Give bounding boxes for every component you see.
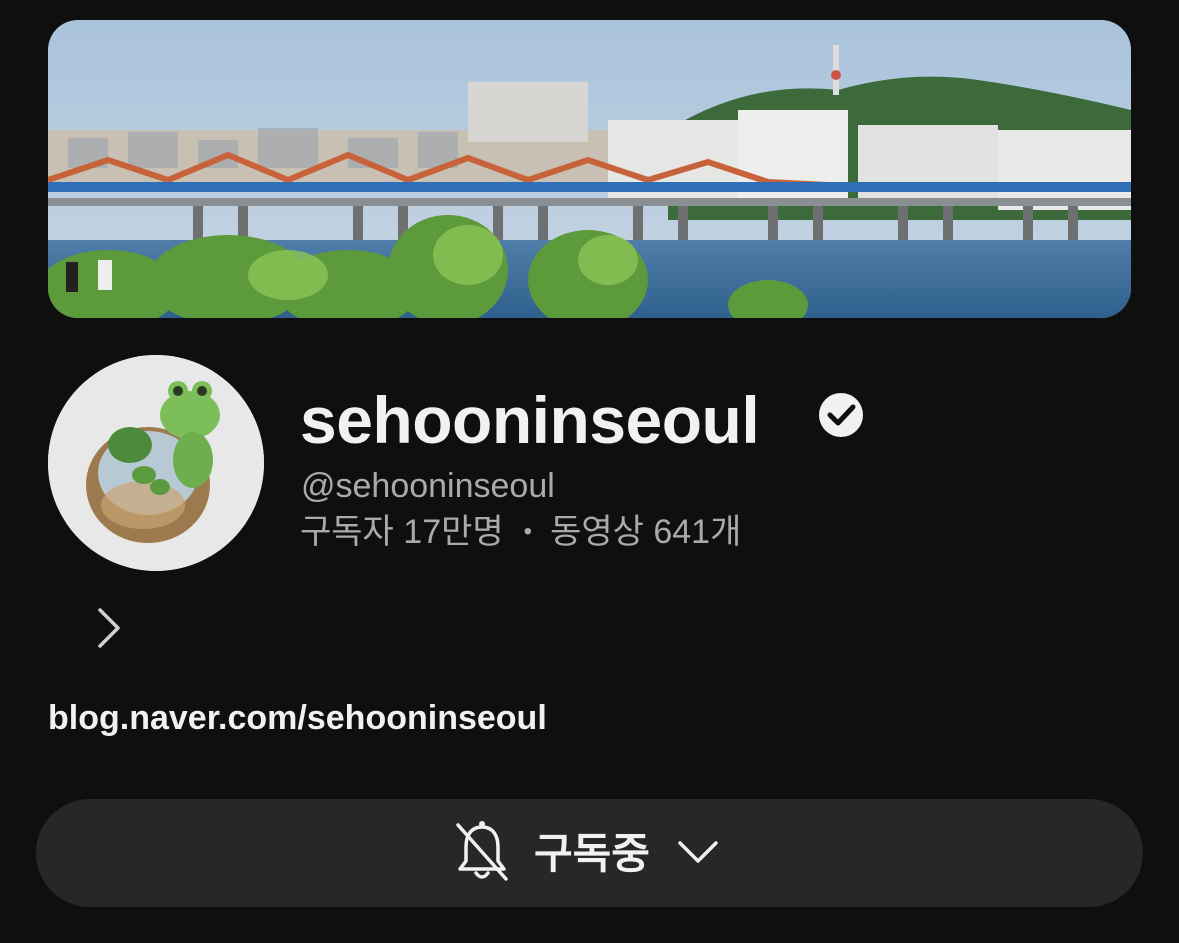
video-count: 동영상 641개 [550,513,742,551]
verified-badge-icon [819,393,863,437]
channel-avatar[interactable] [48,355,264,571]
bell-off-icon [456,821,508,881]
subscribe-button[interactable]: 구독중 [36,799,1143,907]
chevron-down-icon[interactable] [676,835,720,869]
channel-stats: 구독자 17만명 • 동영상 641개 [300,512,741,552]
stats-separator: • [523,518,533,545]
subscriber-count: 구독자 17만명 [300,513,504,551]
channel-banner [48,20,1131,318]
chevron-right-icon[interactable] [92,606,126,650]
subscribe-label: 구독중 [534,830,650,877]
channel-link[interactable]: blog.naver.com/sehooninseoul [48,698,547,738]
channel-handle: @sehooninseoul [301,467,555,505]
channel-name: sehooninseoul [300,383,760,457]
